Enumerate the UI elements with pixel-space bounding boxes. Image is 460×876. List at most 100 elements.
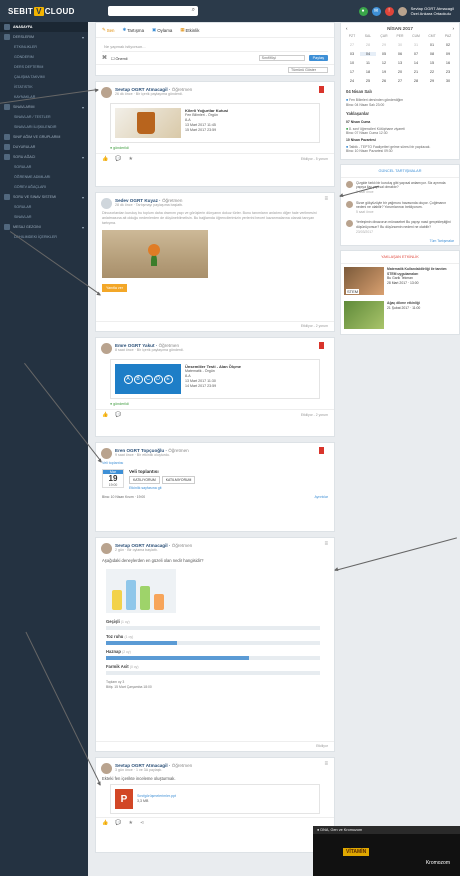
more-options-icon[interactable]: ≡: [324, 541, 328, 547]
poll-option[interactable]: Toz ruhu (1 oy): [96, 632, 334, 647]
poll-image[interactable]: [106, 569, 176, 613]
comment-icon[interactable]: 💬: [115, 156, 121, 162]
attend-button[interactable]: KATILIYORUM: [129, 476, 160, 484]
filter-select[interactable]: Tümünü Göster: [288, 67, 328, 73]
event-item[interactable]: STEM Matematik Kullanılabilirliği ile ta…: [341, 264, 459, 298]
calendar-day[interactable]: 09: [440, 52, 456, 56]
calendar-day[interactable]: 01: [424, 43, 440, 47]
avatar[interactable]: [101, 763, 112, 774]
sidebar-item[interactable]: Sınıf Ağım ve Gruplarım: [0, 132, 88, 142]
calendar-day[interactable]: 21: [408, 70, 424, 74]
share-icon[interactable]: ⋖: [140, 820, 144, 826]
calendar-day[interactable]: 29: [376, 43, 392, 47]
calendar-day[interactable]: 27: [344, 43, 360, 47]
calendar-day[interactable]: 23: [440, 70, 456, 74]
poll-option[interactable]: Farmik Asit (0 oy): [96, 662, 334, 677]
calendar-day[interactable]: 28: [360, 43, 376, 47]
search-icon[interactable]: ⌕: [192, 7, 195, 14]
sidebar-item[interactable]: Ders Defterim: [0, 62, 88, 72]
like-icon[interactable]: 👍: [102, 156, 108, 162]
agenda-item[interactable]: ■ 8. sınıf öğrencileri Kütüphane ziyaret…: [341, 126, 459, 137]
calendar-day[interactable]: 02: [440, 43, 456, 47]
poll-option[interactable]: Geçişli (1 oy): [96, 617, 334, 632]
calendar-day[interactable]: 14: [408, 61, 424, 65]
message-icon[interactable]: ✉: [371, 6, 381, 16]
flag-icon[interactable]: [319, 342, 324, 349]
flag-icon[interactable]: [319, 86, 324, 93]
like-icon[interactable]: 👍: [102, 820, 108, 826]
avatar[interactable]: [101, 87, 112, 98]
agenda-item[interactable]: ■ Fen Bilimleri dersinden gönderdiğim Bin…: [341, 97, 459, 108]
event-link[interactable]: Etkinlik sayfasına git: [129, 486, 197, 490]
discussion-item[interactable]: Çizgide farklı bir kuruluş gibi yapısal …: [341, 178, 459, 198]
comment-icon[interactable]: 💬: [115, 412, 121, 418]
calendar-day[interactable]: 27: [392, 79, 408, 83]
reply-button[interactable]: Yanıtla ver: [102, 284, 127, 292]
brand-logo[interactable]: SEBIT V CLOUD: [0, 0, 86, 22]
important-checkbox[interactable]: ☐ Önemli: [111, 56, 128, 61]
comment-count[interactable]: Etkiliyor - 5 yorum: [301, 157, 328, 161]
avatar[interactable]: [101, 198, 112, 209]
calendar-day[interactable]: 13: [392, 61, 408, 65]
sidebar-item[interactable]: Soru Ağacı ▾: [0, 152, 88, 162]
calendar-day[interactable]: 18: [360, 70, 376, 74]
calendar-day[interactable]: 10: [344, 61, 360, 65]
event-item[interactable]: Ağaç dikme etkinliği 21 Şubat 2017 · 11:0…: [341, 298, 459, 334]
sidebar-item[interactable]: Sorular: [0, 202, 88, 212]
notification-icon[interactable]: !: [384, 6, 394, 16]
share-button[interactable]: Paylaş: [308, 55, 328, 61]
calendar-day[interactable]: 30: [440, 79, 456, 83]
calendar-day[interactable]: 20: [392, 70, 408, 74]
avatar[interactable]: [101, 448, 112, 459]
sidebar-item[interactable]: Sorular: [0, 162, 88, 172]
prev-month-icon[interactable]: ‹: [346, 26, 348, 31]
event-title[interactable]: Veli toplantısı: [129, 469, 197, 474]
flag-icon[interactable]: [319, 447, 324, 454]
calendar-day[interactable]: 12: [376, 61, 392, 65]
calendar-day[interactable]: 08: [424, 52, 440, 56]
avatar[interactable]: [397, 6, 407, 16]
audience-select[interactable]: Sınıf/Kişi: [258, 55, 305, 61]
content-embed[interactable]: ABCDE Ünsemliler Testi - Alan Ölçme Mate…: [110, 359, 320, 399]
calendar-day[interactable]: 03: [344, 52, 360, 56]
calendar-day[interactable]: 07: [408, 52, 424, 56]
sidebar-item[interactable]: Sınavlar: [0, 212, 88, 222]
next-month-icon[interactable]: ›: [452, 26, 454, 31]
comment-count[interactable]: Etkiliyor - 2 yorum: [301, 324, 328, 328]
calendar-day[interactable]: 28: [408, 79, 424, 83]
calendar-day[interactable]: 05: [376, 52, 392, 56]
calendar-day[interactable]: 29: [424, 79, 440, 83]
calendar-day[interactable]: 31: [408, 43, 424, 47]
user-menu[interactable]: Sevtap OGRT Atmacagil Özel Ankara Ortaok…: [411, 6, 454, 16]
sidebar-item[interactable]: Görev Ağaçları: [0, 182, 88, 192]
post-image[interactable]: [102, 230, 208, 278]
sidebar-item[interactable]: Etkinlikler: [0, 42, 88, 52]
content-embed[interactable]: Kilerli Yoğurtlar Kutusi Fen Bilimleri -…: [110, 103, 320, 143]
sidebar-item[interactable]: Mesaj Gezgini ▾: [0, 222, 88, 232]
calendar-day[interactable]: 11: [360, 61, 376, 65]
sidebar-item[interactable]: Soru ve Sınav Sistemi ▾: [0, 192, 88, 202]
search-input[interactable]: ⌕: [108, 6, 198, 16]
comment-icon[interactable]: 💬: [115, 820, 121, 826]
avatar[interactable]: [101, 343, 112, 354]
bookmark-icon[interactable]: ★: [128, 820, 132, 826]
file-attachment[interactable]: P Sınıfgörüşmelerimler.ppt 3,3 MB: [110, 784, 320, 814]
tab-event[interactable]: ▦ Etkinlik: [180, 27, 199, 33]
sidebar-item[interactable]: Sınavlarım ▾: [0, 102, 88, 112]
sidebar-item[interactable]: Gönderim: [0, 52, 88, 62]
details-link[interactable]: Ayrıntılar: [314, 495, 328, 499]
agenda-item[interactable]: ■ Tatbik - TEPTO Faaliyetleri gelme süre…: [341, 144, 459, 159]
all-discussions-link[interactable]: Tüm Tartışmalar: [341, 237, 459, 245]
tab-post[interactable]: ✎ Sen: [102, 27, 115, 33]
comment-count[interactable]: Etkiliyor: [316, 744, 328, 748]
calendar-day[interactable]: 19: [376, 70, 392, 74]
post-input[interactable]: Ne yapmak istiyorsun...: [102, 41, 328, 51]
video-player[interactable]: ● DNA, Gen ve Kromozom VİTAMİN Kromozom: [313, 826, 460, 876]
more-options-icon[interactable]: ≡: [324, 761, 328, 767]
calendar-day[interactable]: 06: [392, 52, 408, 56]
play-icon[interactable]: ●: [317, 828, 319, 832]
comment-count[interactable]: Etkiliyor - 2 yorum: [301, 413, 328, 417]
sidebar-item[interactable]: İstatistik: [0, 82, 88, 92]
tab-poll[interactable]: ▣ Oylama: [152, 27, 172, 33]
sidebar-item[interactable]: Duyurular: [0, 142, 88, 152]
